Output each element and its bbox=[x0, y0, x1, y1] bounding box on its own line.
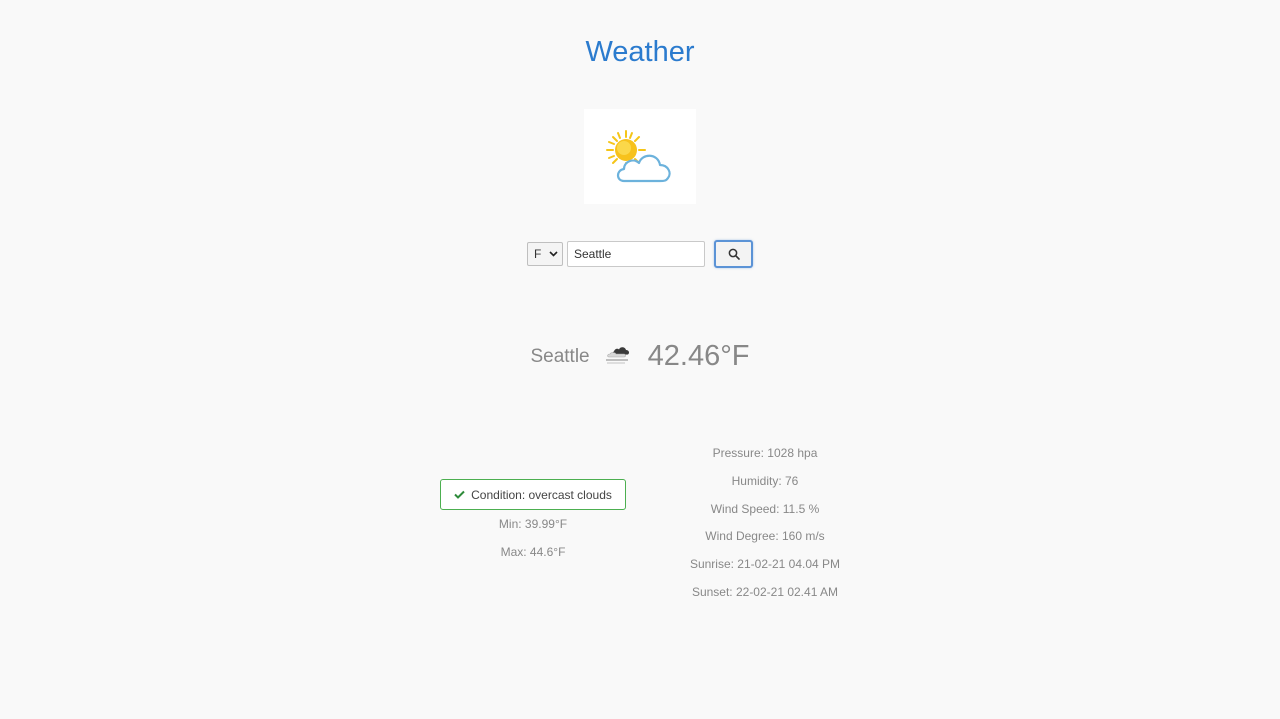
sun-cloud-logo-icon bbox=[606, 130, 671, 183]
page-title: Weather bbox=[585, 36, 695, 68]
condition-panel: Condition: overcast clouds Min: 39.99°F … bbox=[440, 479, 626, 566]
weather-logo bbox=[584, 109, 696, 204]
weather-app: Weather F Seattle Seattle 42.46°F Condit… bbox=[0, 0, 1280, 719]
wind-degree-value: Wind Degree: 160 m/s bbox=[705, 529, 825, 544]
details-panel: Pressure: 1028 hpa Humidity: 76 Wind Spe… bbox=[680, 439, 850, 606]
pressure-value: Pressure: 1028 hpa bbox=[712, 446, 818, 460]
sunrise-value: Sunrise: 21-02-21 04.04 PM bbox=[689, 557, 841, 572]
min-temperature: Min: 39.99°F bbox=[498, 517, 568, 531]
search-bar: F bbox=[527, 240, 753, 268]
unit-select[interactable]: F bbox=[527, 242, 563, 266]
check-icon bbox=[454, 488, 465, 502]
overcast-clouds-icon bbox=[604, 343, 636, 370]
chevron-down-icon bbox=[549, 249, 558, 260]
search-button[interactable] bbox=[714, 240, 753, 268]
max-temperature: Max: 44.6°F bbox=[500, 545, 566, 559]
current-weather: Seattle 42.46°F bbox=[0, 340, 1280, 373]
condition-badge: Condition: overcast clouds bbox=[440, 479, 626, 510]
search-icon bbox=[728, 248, 740, 260]
unit-select-value: F bbox=[534, 247, 542, 261]
humidity-value: Humidity: 76 bbox=[731, 473, 799, 488]
sunset-value: Sunset: 22-02-21 02.41 AM bbox=[691, 584, 839, 599]
condition-label: Condition: overcast clouds bbox=[471, 487, 612, 502]
city-input[interactable] bbox=[567, 241, 705, 267]
current-temperature: 42.46°F bbox=[647, 340, 750, 372]
current-city: Seattle bbox=[530, 345, 590, 367]
wind-speed-value: Wind Speed: 11.5 % bbox=[710, 501, 820, 516]
